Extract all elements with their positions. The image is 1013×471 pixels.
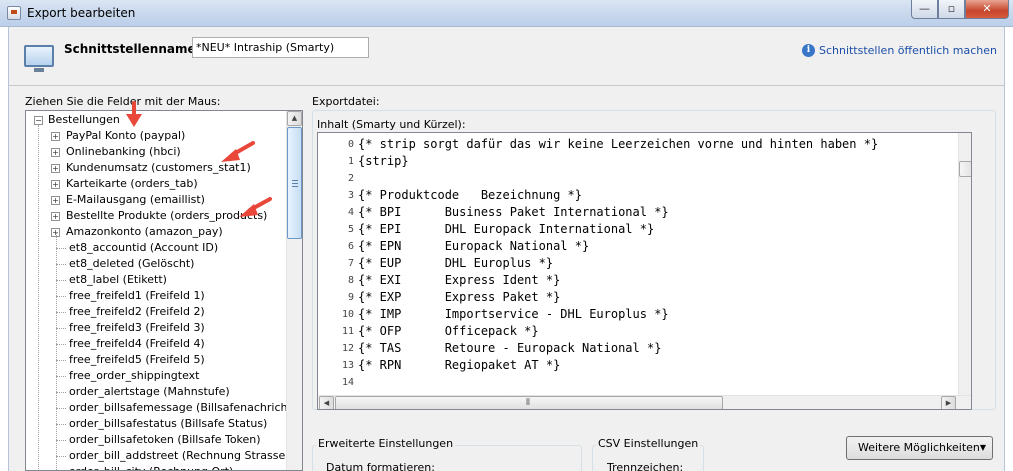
arrow-icon — [221, 141, 255, 162]
arrow-icon — [126, 101, 142, 127]
annotation-arrows — [126, 101, 272, 217]
arrow-icon — [239, 197, 272, 217]
